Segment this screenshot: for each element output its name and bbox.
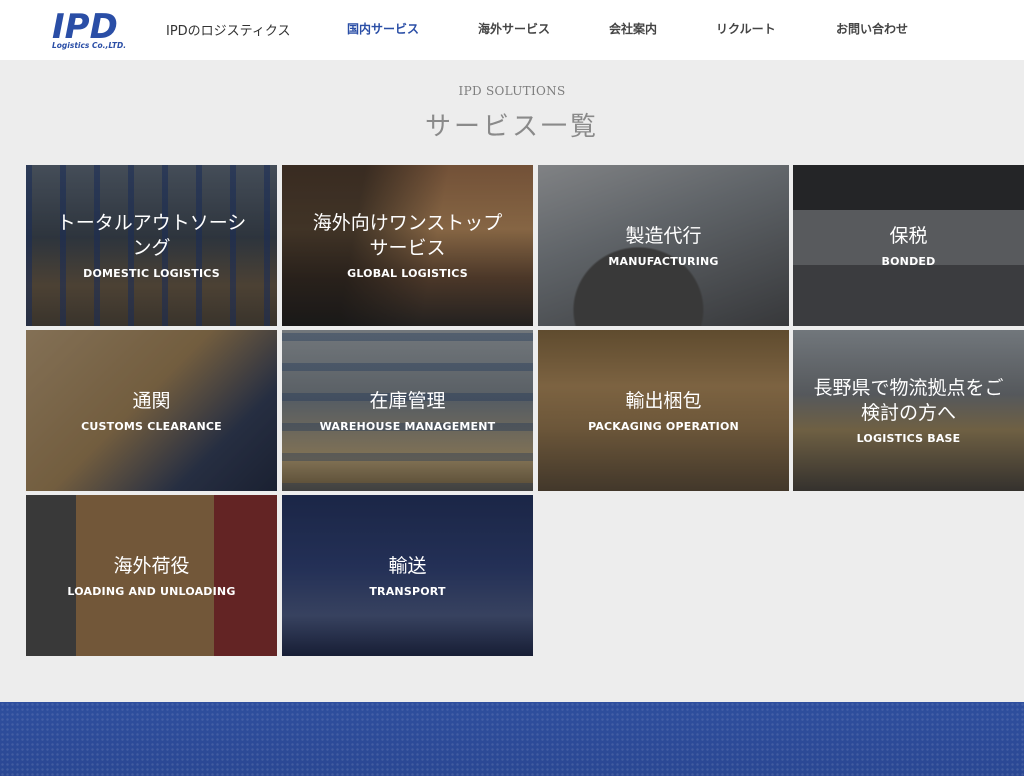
service-tile-transport[interactable]: 輸送 TRANSPORT: [282, 495, 533, 656]
service-title-en: MANUFACTURING: [608, 254, 719, 268]
section-eyebrow: IPD SOLUTIONS: [458, 84, 566, 98]
service-tile-bonded[interactable]: 保税 BONDED: [793, 165, 1024, 326]
service-tile-global-logistics[interactable]: 海外向けワンストップサービス GLOBAL LOGISTICS: [282, 165, 533, 326]
site-header: IPD Logistics Co.,LTD. IPDのロジスティクス 国内サービ…: [0, 0, 1024, 60]
nav-recruit[interactable]: リクルート: [716, 20, 776, 37]
nav-company[interactable]: 会社案内: [609, 20, 657, 37]
service-title-ja: 輸出梱包: [625, 389, 702, 412]
service-title-ja: 通関: [132, 389, 171, 412]
service-title-ja: 在庫管理: [369, 389, 446, 412]
service-title-en: GLOBAL LOGISTICS: [347, 267, 468, 280]
service-tile-manufacturing[interactable]: 製造代行 MANUFACTURING: [538, 165, 789, 326]
svg-text:Logistics Co.,LTD.: Logistics Co.,LTD.: [52, 41, 126, 50]
service-title-en: WAREHOUSE MANAGEMENT: [319, 419, 496, 433]
service-tile-packaging-operation[interactable]: 輸出梱包 PACKAGING OPERATION: [538, 330, 789, 491]
service-title-en: DOMESTIC LOGISTICS: [83, 267, 220, 280]
service-title-ja: 長野県で物流拠点をご検討の方へ: [813, 377, 1004, 424]
service-title-en: LOADING AND UNLOADING: [67, 584, 236, 598]
service-tile-logistics-base[interactable]: 長野県で物流拠点をご検討の方へ LOGISTICS BASE: [793, 330, 1024, 491]
service-tile-loading-unloading[interactable]: 海外荷役 LOADING AND UNLOADING: [26, 495, 277, 656]
service-title-ja: 製造代行: [625, 224, 702, 247]
service-tile-customs-clearance[interactable]: 通関 CUSTOMS CLEARANCE: [26, 330, 277, 491]
service-title-ja: 輸送: [388, 554, 427, 577]
service-title-ja: 海外向けワンストップサービス: [312, 212, 503, 259]
nav-domestic-services[interactable]: 国内サービス: [347, 20, 419, 37]
service-title-en: TRANSPORT: [369, 584, 446, 598]
service-title-en: PACKAGING OPERATION: [588, 419, 739, 433]
service-tile-domestic-logistics[interactable]: トータルアウトソーシング DOMESTIC LOGISTICS: [26, 165, 277, 326]
nav-contact[interactable]: お問い合わせ: [836, 20, 908, 37]
main-nav: 国内サービス 海外サービス 会社案内 リクルート お問い合わせ: [0, 20, 1024, 40]
footer-band: [0, 702, 1024, 776]
service-title-en: LOGISTICS BASE: [856, 432, 961, 445]
service-title-en: BONDED: [881, 254, 936, 268]
service-title-en: CUSTOMS CLEARANCE: [81, 419, 222, 433]
service-title-ja: 海外荷役: [113, 554, 190, 577]
service-tile-warehouse-management[interactable]: 在庫管理 WAREHOUSE MANAGEMENT: [282, 330, 533, 491]
section-title: サービス一覧: [424, 112, 599, 142]
service-title-ja: 保税: [889, 224, 928, 247]
nav-overseas-services[interactable]: 海外サービス: [478, 20, 550, 37]
service-title-ja: トータルアウトソーシング: [56, 212, 247, 259]
